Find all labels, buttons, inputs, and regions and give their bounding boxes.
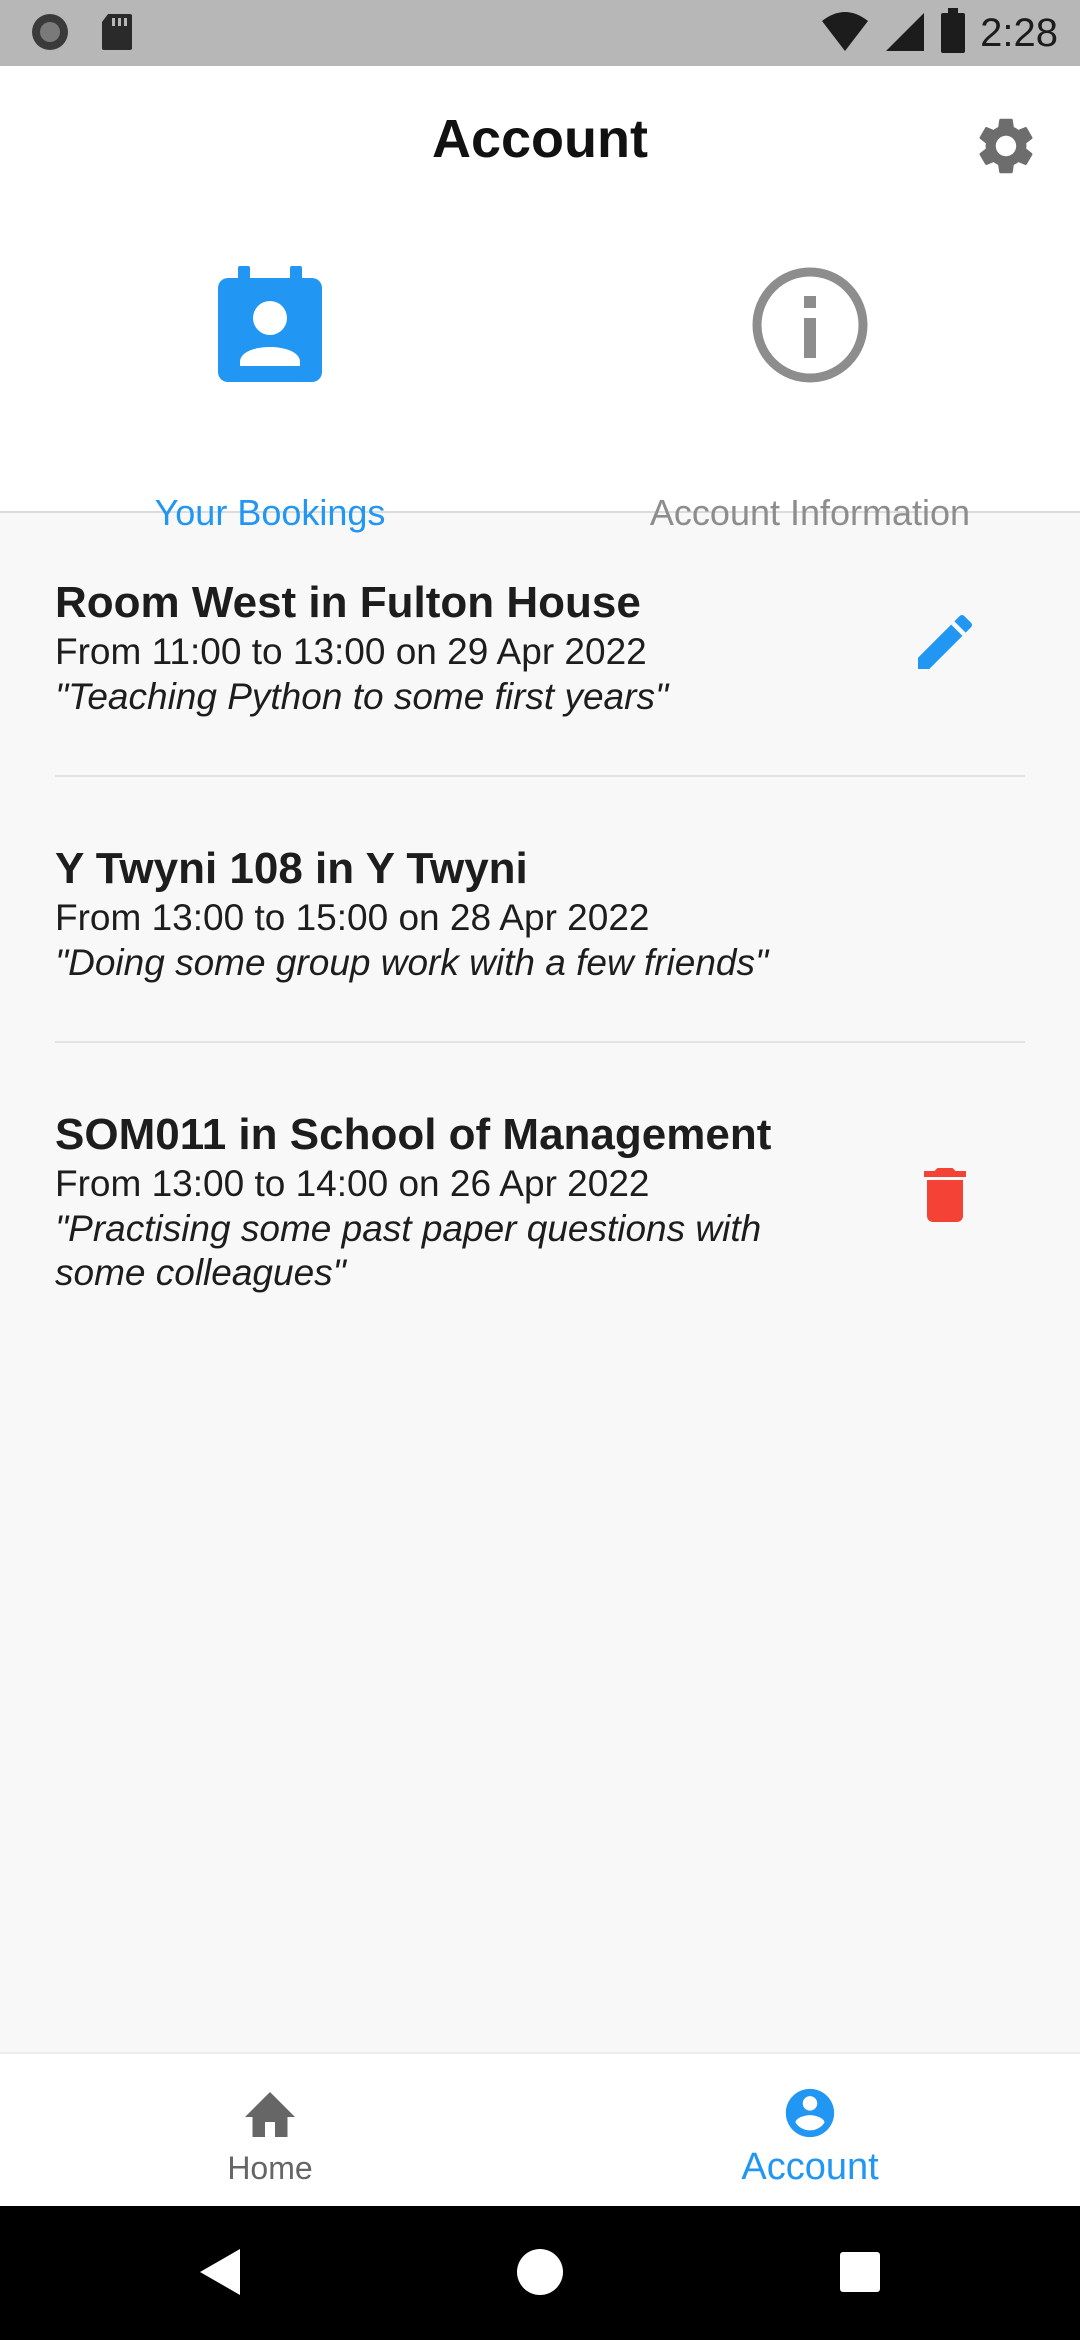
gear-icon bbox=[972, 118, 1040, 184]
app-header: Account Your Bookings Account Informatio… bbox=[0, 66, 1080, 533]
settings-button[interactable] bbox=[972, 112, 1040, 180]
status-bar: 2:28 bbox=[0, 0, 1080, 66]
record-icon bbox=[30, 12, 70, 57]
cell-signal-icon bbox=[884, 9, 926, 58]
delete-icon bbox=[909, 1159, 981, 1236]
system-navigation-bar bbox=[0, 2206, 1080, 2340]
booking-time: From 13:00 to 15:00 on 28 Apr 2022 bbox=[55, 897, 650, 938]
home-system-button[interactable] bbox=[510, 2244, 570, 2304]
info-icon bbox=[751, 266, 869, 389]
edit-booking-button[interactable] bbox=[905, 604, 985, 684]
booking-note: "Practising some past paper questions wi… bbox=[55, 1208, 762, 1293]
screen: 2:28 Account Your Bookings Account Infor… bbox=[0, 0, 1080, 2340]
nav-account[interactable]: Account bbox=[540, 2054, 1080, 2208]
battery-icon bbox=[940, 8, 966, 59]
list-item[interactable]: SOM011 in School of Management From 13:0… bbox=[55, 1043, 1025, 1351]
delete-booking-button[interactable] bbox=[905, 1157, 985, 1237]
bottom-navigation: Home Account bbox=[0, 2052, 1080, 2208]
account-circle-icon bbox=[781, 2084, 839, 2147]
nav-account-label: Account bbox=[741, 2146, 879, 2188]
list-item[interactable]: Y Twyni 108 in Y Twyni From 13:00 to 15:… bbox=[55, 777, 1025, 1043]
page-title: Account bbox=[432, 109, 648, 169]
booking-time: From 13:00 to 14:00 on 26 Apr 2022 bbox=[55, 1163, 650, 1204]
home-icon bbox=[240, 2084, 300, 2145]
back-triangle-icon bbox=[198, 2247, 242, 2302]
booking-note: "Teaching Python to some first years" bbox=[55, 676, 669, 717]
nav-home-label: Home bbox=[227, 2150, 313, 2186]
tab-account-information[interactable]: Account Information bbox=[540, 266, 1080, 533]
list-item[interactable]: Room West in Fulton House From 11:00 to … bbox=[55, 513, 1025, 777]
booking-title: Y Twyni 108 in Y Twyni bbox=[55, 844, 528, 893]
booking-note: "Doing some group work with a few friend… bbox=[55, 942, 769, 983]
edit-icon bbox=[909, 606, 981, 683]
wifi-icon bbox=[820, 9, 870, 58]
tab-your-bookings[interactable]: Your Bookings bbox=[0, 266, 540, 533]
booking-time: From 11:00 to 13:00 on 29 Apr 2022 bbox=[55, 631, 647, 672]
bookings-list: Room West in Fulton House From 11:00 to … bbox=[0, 513, 1080, 1351]
recents-square-icon bbox=[838, 2250, 882, 2299]
booking-title: Room West in Fulton House bbox=[55, 578, 641, 627]
home-circle-icon bbox=[515, 2247, 565, 2302]
sd-card-icon bbox=[100, 12, 134, 57]
nav-home[interactable]: Home bbox=[0, 2054, 540, 2208]
contact-calendar-icon bbox=[216, 266, 324, 389]
status-time: 2:28 bbox=[980, 11, 1058, 55]
recents-button[interactable] bbox=[830, 2244, 890, 2304]
back-button[interactable] bbox=[190, 2244, 250, 2304]
booking-title: SOM011 in School of Management bbox=[55, 1110, 772, 1159]
